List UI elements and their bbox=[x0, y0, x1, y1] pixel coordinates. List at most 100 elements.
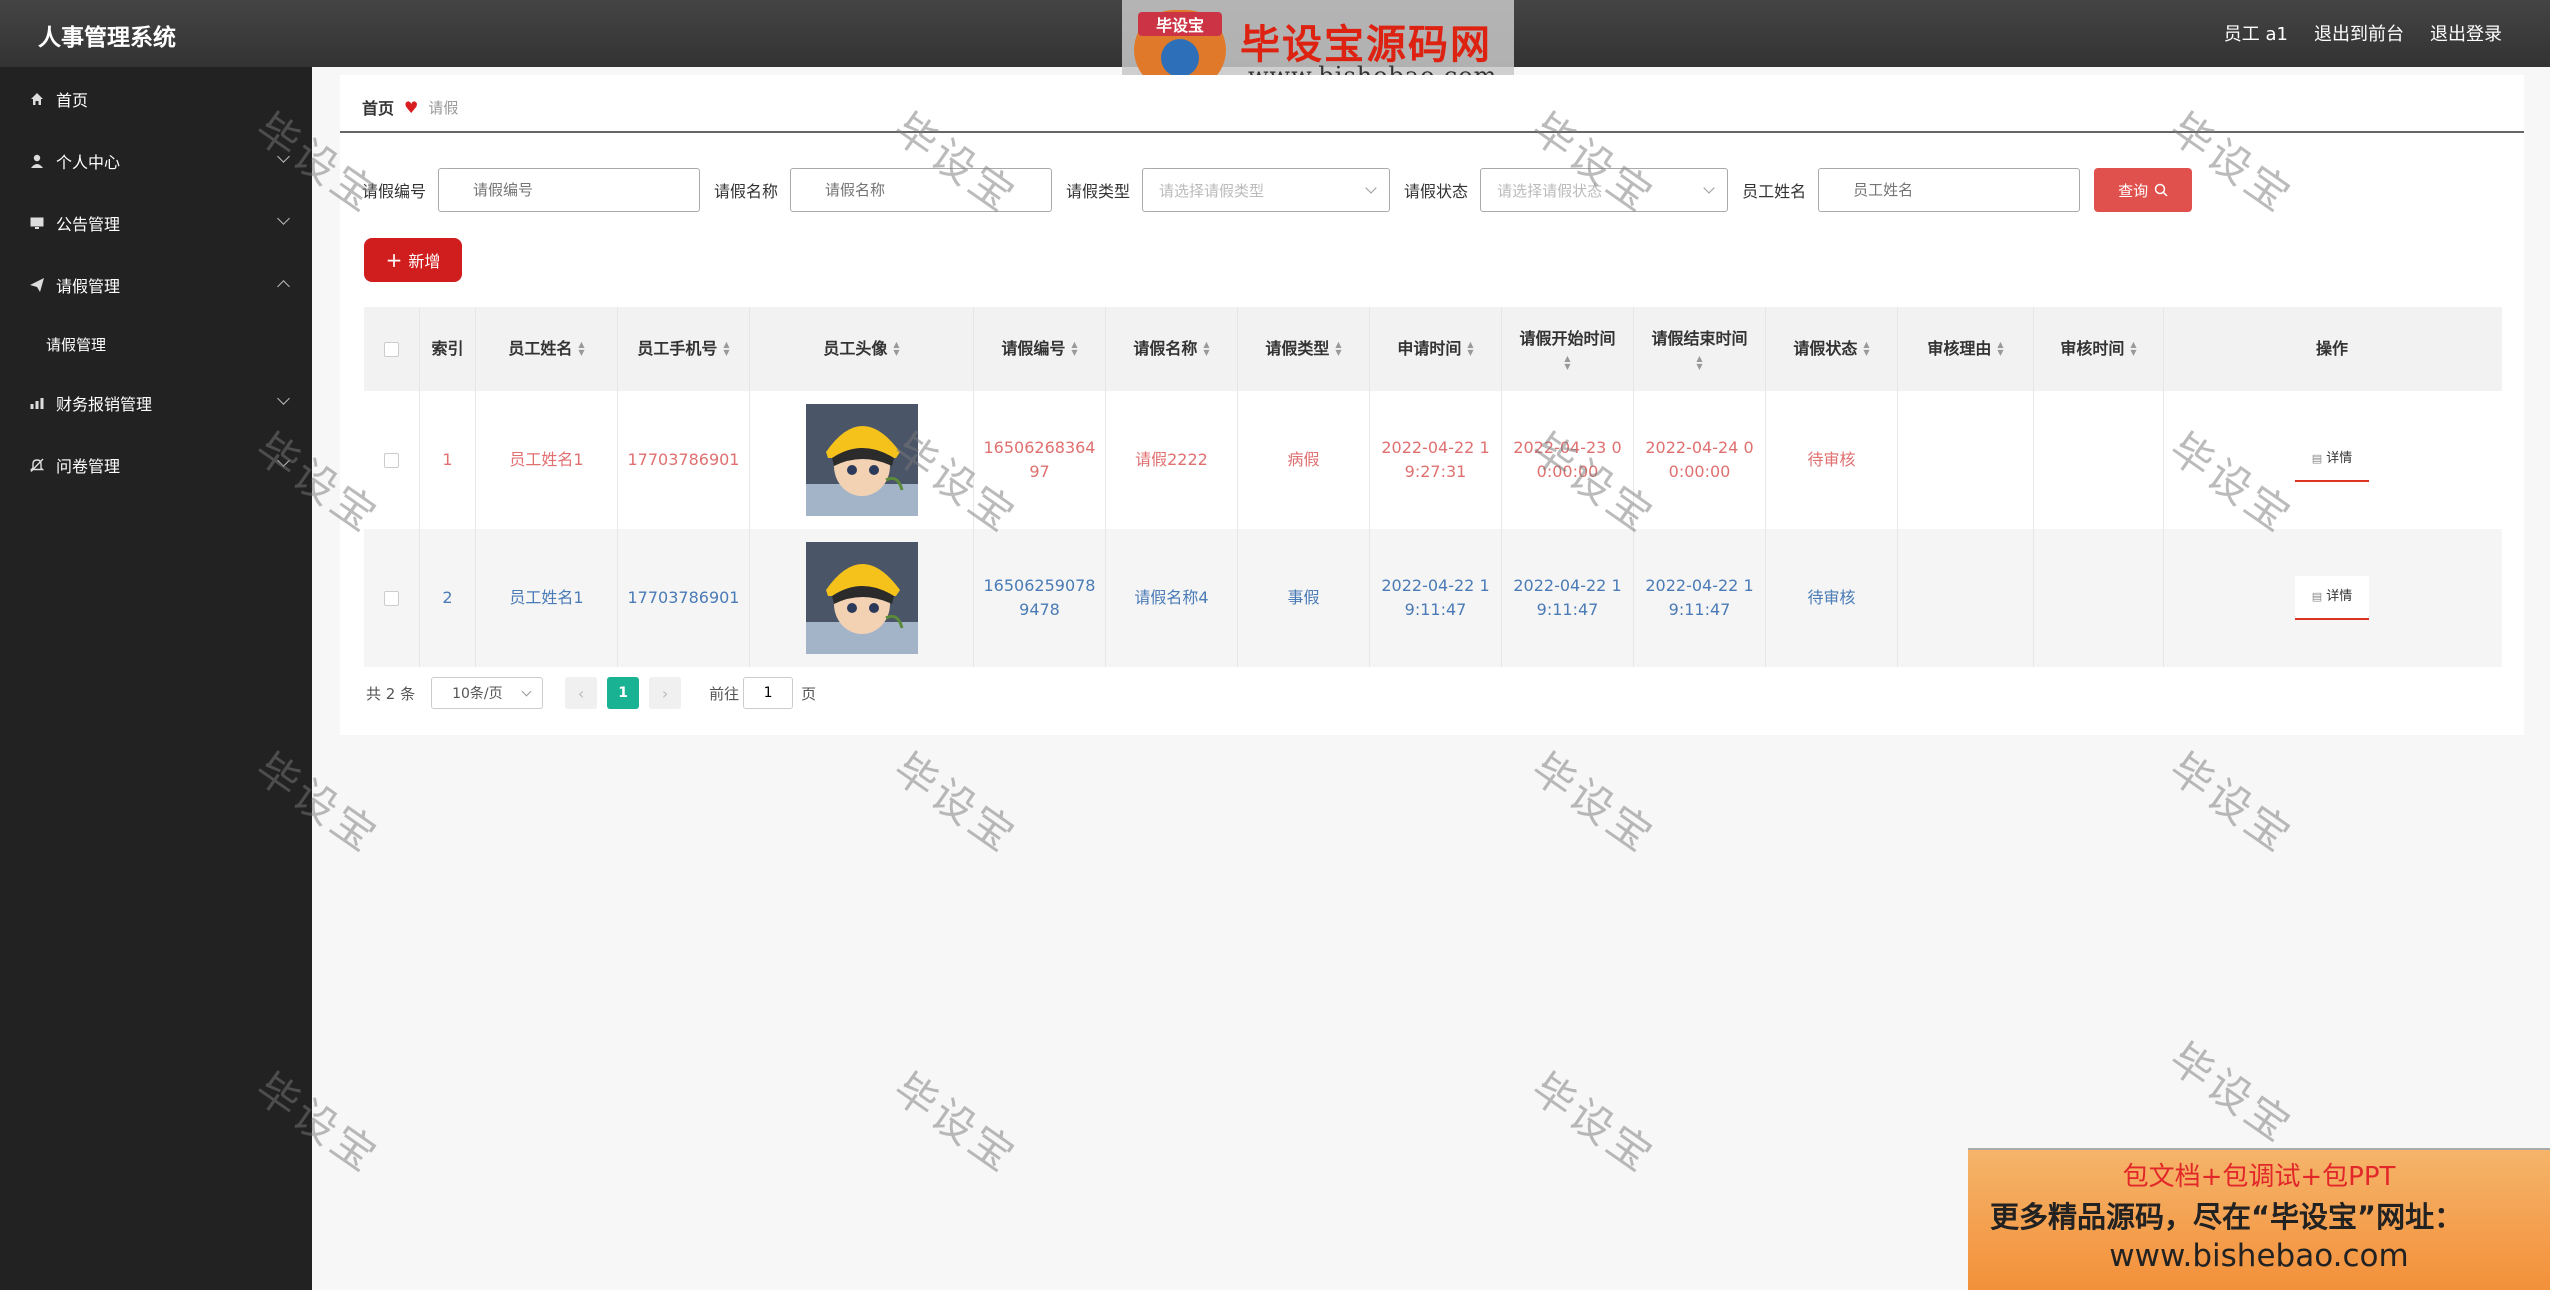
breadcrumb-home[interactable]: 首页 bbox=[362, 95, 394, 119]
query-button[interactable]: 查询 bbox=[2094, 168, 2193, 212]
sort-icon[interactable]: ▲ ▼ bbox=[1071, 341, 1077, 357]
row-checkbox-cell[interactable] bbox=[364, 529, 420, 667]
cell-leave-status: 待审核 bbox=[1766, 529, 1898, 667]
sort-icon[interactable]: ▲ ▼ bbox=[1203, 341, 1209, 357]
detail-button-label: 详情 bbox=[2326, 451, 2353, 466]
table-row: 1 员工姓名1 17703786901 1650626836497 请假2222… bbox=[364, 391, 2502, 529]
page-size-select[interactable]: 10条/页 bbox=[431, 677, 544, 709]
cell-employee-name: 员工姓名1 bbox=[476, 391, 618, 529]
sort-icon[interactable]: ▲ ▼ bbox=[1997, 341, 2003, 357]
chevron-down-icon bbox=[277, 150, 290, 163]
chevron-up-icon bbox=[277, 280, 290, 293]
row-checkbox-cell[interactable] bbox=[364, 391, 420, 529]
chart-icon bbox=[28, 394, 46, 412]
header-audit-reason[interactable]: 审核理由 ▲ ▼ bbox=[1898, 307, 2034, 391]
goto-page-input[interactable] bbox=[743, 677, 794, 709]
sidebar-item-notice[interactable]: 公告管理 bbox=[0, 192, 312, 254]
cell-index: 1 bbox=[420, 391, 476, 529]
cell-leave-name: 请假名称4 bbox=[1106, 529, 1238, 667]
employee-name-input[interactable] bbox=[1818, 168, 2081, 212]
chevron-right-icon: › bbox=[661, 683, 669, 703]
cell-audit-reason bbox=[1898, 529, 2034, 667]
chevron-down-icon bbox=[1703, 182, 1715, 194]
row-checkbox[interactable] bbox=[384, 452, 399, 468]
header-employee-avatar[interactable]: 员工头像 ▲ ▼ bbox=[750, 307, 974, 391]
cell-apply-time: 2022-04-22 19:27:31 bbox=[1370, 391, 1502, 529]
sidebar-item-leave[interactable]: 请假管理 bbox=[0, 254, 312, 316]
sort-icon[interactable]: ▲ ▼ bbox=[1467, 341, 1473, 357]
chevron-left-icon: ‹ bbox=[577, 683, 585, 703]
cell-index: 2 bbox=[420, 529, 476, 667]
cell-leave-no: 1650626836497 bbox=[974, 391, 1106, 529]
sidebar: 首页 个人中心 公告管理 请假管理 请假管理 财务报销管理 问卷管理 bbox=[0, 67, 312, 1290]
page-number-current[interactable]: 1 bbox=[607, 677, 640, 709]
header-end-time[interactable]: 请假结束时间 ▲ ▼ bbox=[1634, 307, 1766, 391]
sort-icon[interactable]: ▲ ▼ bbox=[1335, 341, 1341, 357]
cell-leave-status: 待审核 bbox=[1766, 391, 1898, 529]
detail-button[interactable]: ▤ 详情 bbox=[2295, 438, 2369, 482]
sidebar-item-survey[interactable]: 问卷管理 bbox=[0, 434, 312, 496]
leave-name-input[interactable] bbox=[790, 168, 1053, 212]
prev-page-button[interactable]: ‹ bbox=[565, 677, 598, 709]
header-leave-type[interactable]: 请假类型 ▲ ▼ bbox=[1238, 307, 1370, 391]
header-start-time[interactable]: 请假开始时间 ▲ ▼ bbox=[1502, 307, 1634, 391]
promo-banner[interactable]: 包文档+包调试+包PPT 更多精品源码，尽在“毕设宝”网址： www.bishe… bbox=[1968, 1148, 2550, 1290]
sort-icon[interactable]: ▲ ▼ bbox=[2130, 341, 2136, 357]
watermark-text: 毕设宝 bbox=[1522, 1063, 1664, 1183]
cell-actions: ▤ 详情 bbox=[2164, 391, 2500, 529]
exit-to-frontend-link[interactable]: 退出到前台 bbox=[2314, 20, 2404, 46]
avatar bbox=[805, 542, 918, 654]
chevron-down-icon bbox=[277, 212, 290, 225]
header-leave-name[interactable]: 请假名称 ▲ ▼ bbox=[1106, 307, 1238, 391]
pagination-total: 共 2 条 bbox=[366, 684, 416, 703]
sort-icon[interactable]: ▲ ▼ bbox=[723, 341, 729, 357]
cell-employee-name: 员工姓名1 bbox=[476, 529, 618, 667]
sidebar-item-label: 公告管理 bbox=[56, 215, 121, 234]
user-icon bbox=[28, 152, 46, 170]
select-all-checkbox-cell[interactable] bbox=[364, 307, 420, 391]
current-user-link[interactable]: 员工 a1 bbox=[2224, 20, 2288, 46]
sidebar-item-home[interactable]: 首页 bbox=[0, 68, 312, 130]
sidebar-item-finance[interactable]: 财务报销管理 bbox=[0, 372, 312, 434]
sidebar-item-personal-center[interactable]: 个人中心 bbox=[0, 130, 312, 192]
header-leave-no[interactable]: 请假编号 ▲ ▼ bbox=[974, 307, 1106, 391]
promo-line-2: 更多精品源码，尽在“毕设宝”网址： bbox=[1990, 1200, 2464, 1234]
leave-status-select[interactable]: 请选择请假状态 bbox=[1480, 168, 1729, 212]
add-button-label: 新增 bbox=[408, 252, 441, 271]
employee-name-label: 员工姓名 bbox=[1742, 182, 1807, 201]
row-checkbox[interactable] bbox=[384, 590, 399, 606]
sort-icon[interactable]: ▲ ▼ bbox=[1863, 341, 1869, 357]
sort-icon[interactable]: ▲ ▼ bbox=[1696, 355, 1702, 371]
breadcrumb: 首页 ♥ 请假 bbox=[362, 95, 458, 119]
detail-button[interactable]: ▤ 详情 bbox=[2295, 576, 2369, 620]
filter-bar: 请假编号 请假名称 请假类型 请选择请假类型 请假状态 请选择请假状态 员工姓名… bbox=[362, 168, 2193, 212]
cell-employee-phone: 17703786901 bbox=[618, 391, 750, 529]
next-page-button[interactable]: › bbox=[649, 677, 682, 709]
breadcrumb-divider bbox=[340, 131, 2524, 133]
monitor-icon bbox=[28, 214, 46, 232]
header-apply-time[interactable]: 申请时间 ▲ ▼ bbox=[1370, 307, 1502, 391]
watermark-text: 毕设宝 bbox=[2160, 743, 2302, 863]
detail-button-label: 详情 bbox=[2326, 589, 2353, 604]
header-employee-name[interactable]: 员工姓名 ▲ ▼ bbox=[476, 307, 618, 391]
add-button[interactable]: + 新增 bbox=[364, 238, 462, 282]
select-all-checkbox[interactable] bbox=[384, 341, 399, 357]
sidebar-subitem-leave-management[interactable]: 请假管理 bbox=[0, 316, 312, 372]
header-leave-status[interactable]: 请假状态 ▲ ▼ bbox=[1766, 307, 1898, 391]
cell-end-time: 2022-04-22 19:11:47 bbox=[1634, 529, 1766, 667]
header-employee-phone[interactable]: 员工手机号 ▲ ▼ bbox=[618, 307, 750, 391]
sort-icon[interactable]: ▲ ▼ bbox=[1564, 355, 1570, 371]
leave-type-select[interactable]: 请选择请假类型 bbox=[1142, 168, 1391, 212]
leave-status-label: 请假状态 bbox=[1404, 182, 1469, 201]
avatar bbox=[805, 404, 918, 516]
document-icon: ▤ bbox=[2311, 452, 2323, 465]
cell-start-time: 2022-04-22 19:11:47 bbox=[1502, 529, 1634, 667]
logout-link[interactable]: 退出登录 bbox=[2430, 20, 2502, 46]
sort-icon[interactable]: ▲ ▼ bbox=[893, 341, 899, 357]
leave-table: 索引 员工姓名 ▲ ▼ 员工手机号 ▲ ▼ 员工头像 ▲ ▼ 请假编号 ▲ ▼ 请假名称 ▲ ▼ 请… bbox=[364, 307, 2502, 667]
chevron-down-icon bbox=[277, 392, 290, 405]
sort-icon[interactable]: ▲ ▼ bbox=[578, 341, 584, 357]
header-audit-time[interactable]: 审核时间 ▲ ▼ bbox=[2034, 307, 2164, 391]
watermark-text: 毕设宝 bbox=[2160, 1033, 2302, 1153]
leave-no-input[interactable] bbox=[438, 168, 701, 212]
